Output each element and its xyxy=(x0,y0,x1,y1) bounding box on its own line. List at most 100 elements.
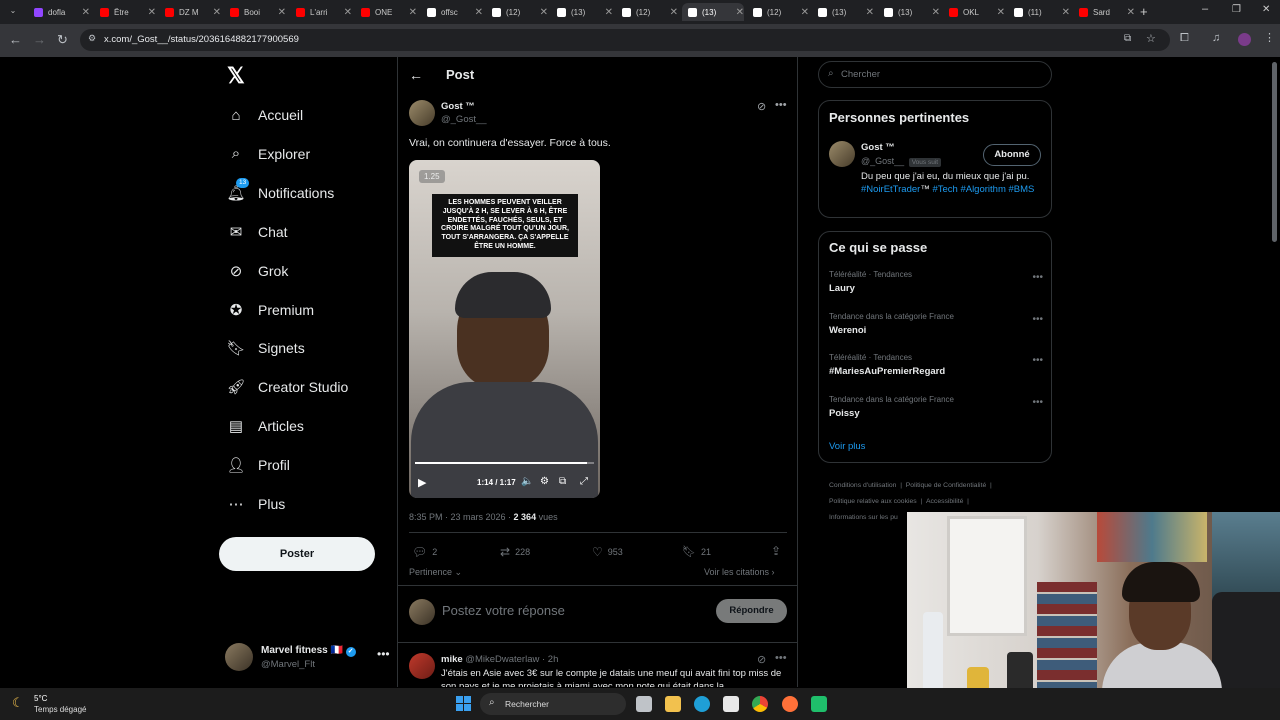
trend-more-icon[interactable]: ••• xyxy=(1032,314,1043,325)
author-name[interactable]: Gost ™ xyxy=(441,101,475,112)
footer-link[interactable]: Informations sur les pu xyxy=(829,514,898,521)
play-icon[interactable]: ▶ xyxy=(418,476,426,489)
video-player[interactable]: 1.25 LES HOMMES PEUVENT VEILLER JUSQU'À … xyxy=(409,160,600,498)
browser-tab[interactable]: Sard ✕ xyxy=(1073,3,1135,21)
reply-author-name[interactable]: mike xyxy=(441,654,463,665)
install-app-icon[interactable]: ⧉ xyxy=(1124,33,1131,44)
reply-action[interactable]: 💬︎ 2 xyxy=(412,545,437,559)
nav-item-articles[interactable]: ▤ Articles xyxy=(227,411,304,441)
pip-icon[interactable]: ⧉ xyxy=(559,476,566,487)
browser-tab[interactable]: (13) ✕ xyxy=(551,3,613,21)
tab-close-icon[interactable]: ✕ xyxy=(866,7,874,18)
extensions-icon[interactable]: ⧠ xyxy=(1180,32,1189,45)
avatar[interactable] xyxy=(829,141,855,167)
tab-close-icon[interactable]: ✕ xyxy=(670,7,678,18)
trend-item[interactable]: Tendance dans la catégorie France Werenoi… xyxy=(829,312,1043,348)
author-handle[interactable]: @_Gost__ xyxy=(441,114,487,125)
browser-tab[interactable]: (13) ✕ xyxy=(812,3,874,21)
volume-icon[interactable]: 🔈 xyxy=(521,476,533,487)
file-explorer-icon[interactable] xyxy=(665,696,681,712)
browser-tab[interactable]: dofla ✕ xyxy=(28,3,90,21)
browser-tab[interactable]: Booi ✕ xyxy=(224,3,286,21)
trend-item[interactable]: Tendance dans la catégorie France Poissy •… xyxy=(829,395,1043,431)
tab-close-icon[interactable]: ✕ xyxy=(540,7,548,18)
post-button[interactable]: Poster xyxy=(219,537,375,571)
browser-tab[interactable]: ONE ✕ xyxy=(355,3,417,21)
profile-avatar[interactable] xyxy=(1238,33,1251,46)
browser-menu-icon[interactable]: ⋮ xyxy=(1264,31,1275,44)
hashtag-link[interactable]: #NoirEtTrader xyxy=(861,184,920,195)
bookmark-star-icon[interactable]: ☆ xyxy=(1146,32,1156,45)
bookmark-action[interactable]: 🔖︎ 21 xyxy=(682,545,711,558)
post-more-icon[interactable]: ••• xyxy=(775,99,787,111)
edge-icon[interactable] xyxy=(694,696,710,712)
browser-tab[interactable]: (12) ✕ xyxy=(616,3,678,21)
browser-tab[interactable]: (12) ✕ xyxy=(747,3,809,21)
tab-close-icon[interactable]: ✕ xyxy=(801,7,809,18)
nav-item-signets[interactable]: 🔖︎ Signets xyxy=(226,333,304,363)
reply-more-icon[interactable]: ••• xyxy=(775,652,787,664)
account-switcher[interactable]: Marvel fitness 🇫🇷 ✓ @Marvel_Flt ••• xyxy=(225,641,390,673)
address-bar[interactable]: ⚙ x.com/_Gost__/status/20361648821779005… xyxy=(80,29,1170,51)
tab-close-icon[interactable]: ✕ xyxy=(278,7,286,18)
nav-item-notifications[interactable]: 🔔︎ 13 Notifications xyxy=(226,177,334,208)
reply-button[interactable]: Répondre xyxy=(716,599,787,623)
person-handle[interactable]: @_Gost__ xyxy=(861,156,904,166)
new-tab-button[interactable]: + xyxy=(1140,4,1148,19)
trend-item[interactable]: Téléréalité · Tendances Laury ••• xyxy=(829,270,1043,306)
tab-close-icon[interactable]: ✕ xyxy=(605,7,613,18)
app-icon[interactable] xyxy=(811,696,827,712)
url-text[interactable]: x.com/_Gost__/status/2036164882177900569 xyxy=(104,34,299,45)
browser-tab[interactable]: offsc ✕ xyxy=(421,3,483,21)
x-logo[interactable]: 𝕏 xyxy=(227,63,245,89)
maximize-button[interactable]: ❐ xyxy=(1232,4,1241,15)
search-box[interactable]: ⌕ Chercher xyxy=(818,61,1052,88)
hashtag-link[interactable]: #BMS xyxy=(1009,184,1035,195)
reply-author-handle[interactable]: @MikeDwaterlaw xyxy=(465,654,539,665)
taskbar-search[interactable]: ⌕ Rechercher xyxy=(480,693,626,715)
author-avatar[interactable] xyxy=(409,100,435,126)
minimize-button[interactable]: – xyxy=(1202,3,1208,15)
reply-avatar[interactable] xyxy=(409,653,435,679)
forward-arrow-icon[interactable]: → xyxy=(33,32,46,47)
tab-close-icon[interactable]: ✕ xyxy=(344,7,352,18)
windows-start-icon[interactable] xyxy=(456,696,471,711)
nav-item-chat[interactable]: ✉ Chat xyxy=(227,217,288,247)
like-action[interactable]: ♡ 953 xyxy=(592,545,623,559)
site-info-icon[interactable]: ⚙ xyxy=(88,33,96,44)
trend-item[interactable]: Téléréalité · Tendances #MariesAuPremierR… xyxy=(829,353,1043,389)
media-icon[interactable]: ♫ xyxy=(1212,32,1220,44)
account-more-icon[interactable]: ••• xyxy=(377,647,390,661)
reply-input[interactable]: Postez votre réponse xyxy=(442,603,565,618)
task-view-icon[interactable] xyxy=(636,696,652,712)
settings-icon[interactable]: ⚙ xyxy=(540,476,549,487)
video-progress-track[interactable] xyxy=(415,462,594,464)
footer-link[interactable]: Accessibilité xyxy=(926,498,963,505)
following-button[interactable]: Abonné xyxy=(983,144,1041,166)
firefox-icon[interactable] xyxy=(782,696,798,712)
tab-close-icon[interactable]: ✕ xyxy=(1127,7,1135,18)
browser-tab[interactable]: (12) ✕ xyxy=(486,3,548,21)
trend-more-icon[interactable]: ••• xyxy=(1032,397,1043,408)
tab-close-icon[interactable]: ✕ xyxy=(736,7,744,18)
footer-link[interactable]: Conditions d'utilisation xyxy=(829,482,896,489)
tab-list-dropdown[interactable]: ⌄ xyxy=(6,6,20,18)
nav-item-profil[interactable]: 👤︎ Profil xyxy=(226,450,289,480)
page-scrollbar[interactable] xyxy=(1272,62,1277,242)
tab-close-icon[interactable]: ✕ xyxy=(82,7,90,18)
tab-close-icon[interactable]: ✕ xyxy=(409,7,417,18)
nav-item-explorer[interactable]: ⌕ Explorer xyxy=(227,139,310,169)
hashtag-link[interactable]: #Tech xyxy=(932,184,957,195)
view-quotes-link[interactable]: Voir les citations › xyxy=(704,567,775,577)
footer-link[interactable]: Politique relative aux cookies xyxy=(829,498,917,505)
fullscreen-icon[interactable]: ⤢ xyxy=(580,476,588,487)
browser-tab[interactable]: (13) ✕ xyxy=(682,3,744,21)
trend-more-icon[interactable]: ••• xyxy=(1032,272,1043,283)
grok-icon[interactable]: ⊘ xyxy=(757,100,766,113)
nav-item-accueil[interactable]: ⌂ Accueil xyxy=(227,100,303,130)
browser-tab[interactable]: DZ M ✕ xyxy=(159,3,221,21)
chrome-icon[interactable] xyxy=(752,696,768,712)
nav-item-creator-studio[interactable]: 🚀︎ Creator Studio xyxy=(226,372,348,402)
trend-more-icon[interactable]: ••• xyxy=(1032,355,1043,366)
nav-item-plus[interactable]: ⋯ Plus xyxy=(227,489,286,519)
